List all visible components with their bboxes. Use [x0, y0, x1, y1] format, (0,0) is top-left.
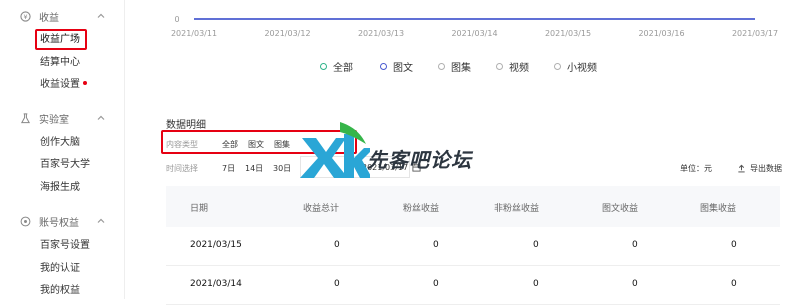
legend-item-all[interactable]: 全部 — [320, 59, 353, 74]
legend-item-gallery[interactable]: 图集 — [438, 59, 471, 74]
legend-item-short-video[interactable]: 小视频 — [554, 59, 597, 74]
sidebar-item-label: 收益设置 — [40, 79, 80, 90]
column-header-fan-revenue: 粉丝收益 — [403, 204, 440, 214]
export-label: 导出数据 — [750, 164, 782, 173]
cell-date: 2021/03/15 — [190, 240, 242, 250]
section-title: 数据明细 — [166, 120, 206, 131]
svg-text:¥: ¥ — [23, 12, 27, 20]
highlight-box — [35, 29, 87, 50]
watermark-logo-icon — [300, 122, 370, 178]
sidebar-item-poster-generation[interactable]: 海报生成 — [40, 180, 80, 196]
sidebar-section-revenue[interactable]: ¥ 收益 — [20, 8, 106, 24]
column-header-image-text-revenue: 图文收益 — [602, 204, 639, 214]
account-icon — [20, 216, 31, 226]
cell-image-text: 0 — [632, 279, 638, 289]
table-header: 日期 收益总计 粉丝收益 非粉丝收益 图文收益 图集收益 — [166, 186, 780, 227]
lab-icon — [20, 112, 31, 123]
legend-label: 小视频 — [567, 62, 597, 74]
legend-marker-icon — [554, 62, 561, 70]
cell-gallery: 0 — [731, 279, 737, 289]
x-tick-label: 2021/03/12 — [264, 29, 310, 38]
chevron-up-icon — [97, 13, 105, 18]
sidebar-item-baijiahao-university[interactable]: 百家号大学 — [40, 157, 90, 173]
legend-label: 图文 — [393, 62, 413, 74]
cell-total: 0 — [334, 279, 340, 289]
sidebar-section-lab[interactable]: 实验室 — [20, 110, 106, 126]
legend-marker-icon — [380, 62, 387, 70]
sidebar-section-account[interactable]: 账号权益 — [20, 213, 106, 229]
x-tick-label: 2021/03/13 — [358, 29, 404, 38]
legend-marker-icon — [438, 62, 445, 70]
x-tick-label: 2021/03/14 — [451, 29, 497, 38]
cell-date: 2021/03/14 — [190, 279, 242, 289]
cell-gallery: 0 — [731, 240, 737, 250]
sidebar-section-title: 实验室 — [39, 114, 69, 126]
cell-non-fan: 0 — [533, 279, 539, 289]
time-range-14d[interactable]: 14日 — [245, 163, 263, 174]
revenue-icon: ¥ — [20, 10, 31, 22]
export-icon — [738, 164, 745, 173]
sidebar-item-creative-brain[interactable]: 创作大脑 — [40, 135, 80, 151]
y-tick-label: 0 — [174, 15, 179, 24]
x-tick-label: 2021/03/15 — [545, 29, 591, 38]
cell-total: 0 — [334, 240, 340, 250]
legend-label: 视频 — [509, 62, 529, 74]
legend-label: 图集 — [451, 62, 471, 74]
table-row: 2021/03/15 0 0 0 0 0 — [166, 227, 780, 266]
revenue-line-chart: 0 2021/03/11 2021/03/12 2021/03/13 2021/03/1… — [171, 15, 778, 38]
legend-label: 全部 — [333, 62, 353, 74]
sidebar-item-revenue-settings[interactable]: 收益设置 — [40, 77, 87, 93]
column-header-non-fan-revenue: 非粉丝收益 — [494, 204, 540, 214]
cell-non-fan: 0 — [533, 240, 539, 250]
x-tick-label: 2021/03/11 — [171, 29, 217, 38]
x-tick-label: 2021/03/16 — [638, 29, 684, 38]
column-header-date: 日期 — [190, 204, 209, 214]
cell-fan: 0 — [433, 240, 439, 250]
unit-label: 单位：元 — [680, 164, 712, 173]
sidebar-item-baijiahao-settings[interactable]: 百家号设置 — [40, 238, 90, 254]
sidebar-section-title: 收益 — [39, 12, 59, 24]
time-range-30d[interactable]: 30日 — [273, 163, 291, 174]
cell-fan: 0 — [433, 279, 439, 289]
legend-item-image-text[interactable]: 图文 — [380, 59, 413, 74]
table-row: 2021/03/14 0 0 0 0 0 — [166, 266, 780, 305]
sidebar-item-settlement-center[interactable]: 结算中心 — [40, 55, 80, 71]
chevron-up-icon — [97, 218, 105, 223]
cell-image-text: 0 — [632, 240, 638, 250]
column-header-total-revenue: 收益总计 — [303, 204, 340, 214]
export-data-button[interactable]: 导出数据 — [737, 163, 782, 174]
watermark-text: 先客吧论坛 — [367, 148, 472, 172]
sidebar: ¥ 收益 收益广场 结算中心 收益设置 实验室 创作大脑 百家号大学 海报生成 … — [0, 0, 125, 299]
notification-dot — [83, 81, 87, 85]
time-range-label: 时间选择 — [166, 164, 198, 173]
legend-marker-icon — [496, 62, 503, 70]
legend-item-video[interactable]: 视频 — [496, 59, 529, 74]
x-tick-label: 2021/03/17 — [732, 29, 778, 38]
chevron-up-icon — [97, 115, 105, 120]
revenue-details-table: 日期 收益总计 粉丝收益 非粉丝收益 图文收益 图集收益 2021/03/15 … — [166, 186, 780, 305]
time-range-7d[interactable]: 7日 — [222, 163, 235, 174]
column-header-gallery-revenue: 图集收益 — [700, 204, 737, 214]
sidebar-section-title: 账号权益 — [39, 217, 79, 229]
legend-marker-icon — [320, 62, 327, 70]
sidebar-item-my-certification[interactable]: 我的认证 — [40, 261, 80, 277]
sidebar-item-my-rights[interactable]: 我的权益 — [40, 283, 80, 299]
